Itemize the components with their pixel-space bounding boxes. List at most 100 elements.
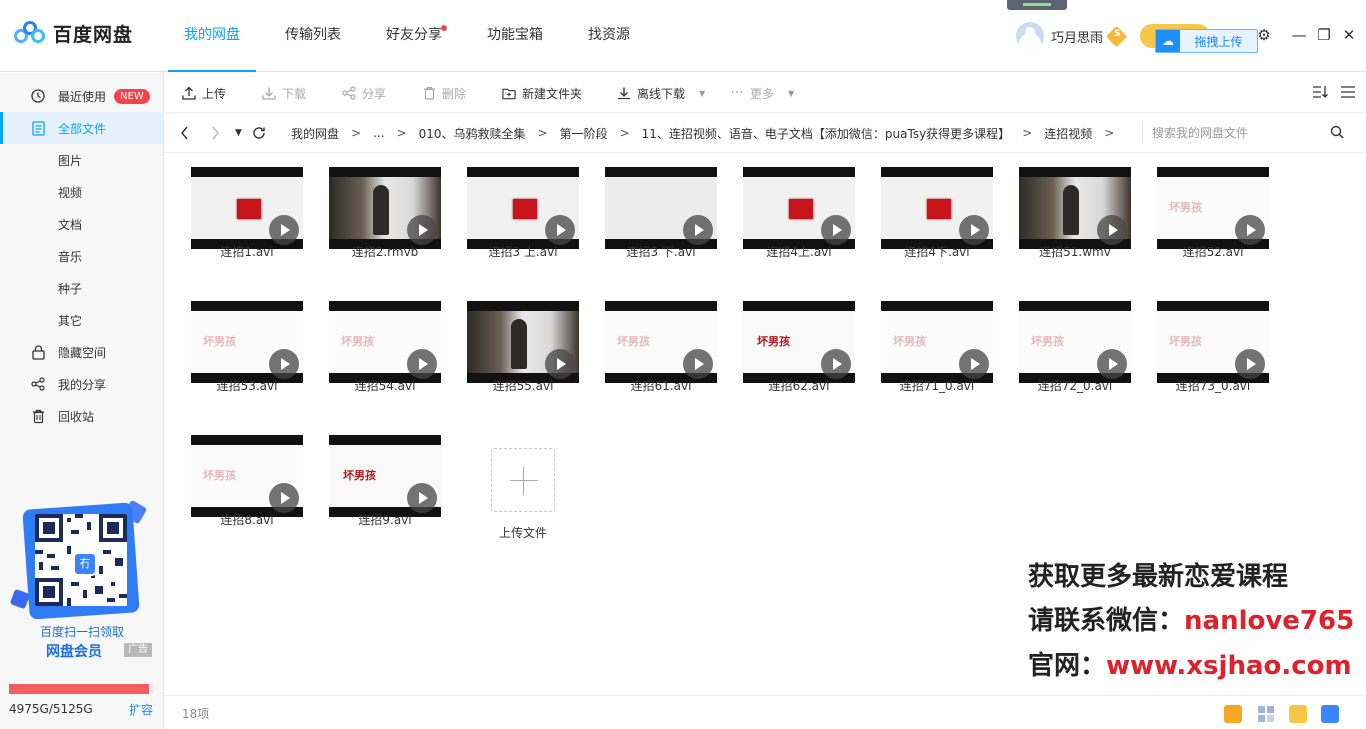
file-tile[interactable]: 连招2.rmvb [329, 153, 441, 263]
play-icon[interactable] [407, 483, 437, 513]
play-icon[interactable] [1097, 215, 1127, 245]
play-icon[interactable] [821, 215, 851, 245]
video-thumbnail[interactable] [743, 167, 855, 249]
file-tile[interactable]: 连招55.avi [467, 287, 579, 397]
video-thumbnail[interactable]: 坏男孩 [1157, 301, 1269, 383]
play-icon[interactable] [407, 349, 437, 379]
file-tile[interactable]: 坏男孩 连招54.avi [329, 287, 441, 397]
file-tile[interactable]: 坏男孩 连招73_0.avi [1157, 287, 1269, 397]
video-thumbnail[interactable] [881, 167, 993, 249]
video-thumbnail[interactable] [191, 167, 303, 249]
file-tile[interactable]: 连招4上.avi [743, 153, 855, 263]
file-name[interactable]: 连招52.avi [1147, 243, 1279, 260]
upload-button[interactable]: 上传 [182, 73, 226, 113]
file-tile[interactable]: 坏男孩 连招62.avi [743, 287, 855, 397]
promo-text[interactable]: 百度扫一扫领取 [0, 623, 164, 640]
video-thumbnail[interactable]: 坏男孩 [1019, 301, 1131, 383]
breadcrumb-ellipsis[interactable]: ... [373, 126, 384, 140]
offline-download-button[interactable]: 离线下载 ▼ [617, 73, 705, 113]
file-tile[interactable]: 坏男孩 连招71_0.avi [881, 287, 993, 397]
breadcrumb-item[interactable]: 11、连招视频、语音、电子文档【添加微信：puaTsy获得更多课程】 [642, 125, 1011, 142]
promo-title[interactable]: 网盘会员 [46, 641, 102, 661]
file-tile[interactable]: 坏男孩 连招61.avi [605, 287, 717, 397]
video-thumbnail[interactable] [605, 167, 717, 249]
sidebar-item-videos[interactable]: 视频 [0, 176, 163, 208]
file-tile[interactable]: 坏男孩 连招72_0.avi [1019, 287, 1131, 397]
file-tile[interactable]: 连招3 下.avi [605, 153, 717, 263]
file-tile[interactable]: 连招1.avi [191, 153, 303, 263]
file-tile[interactable]: 坏男孩 连招8.avi [191, 421, 303, 531]
sidebar-item-documents[interactable]: 文档 [0, 208, 163, 240]
lock-icon[interactable] [1321, 705, 1339, 723]
file-tile[interactable]: 坏男孩 连招53.avi [191, 287, 303, 397]
file-tile[interactable]: 连招51.wmv [1019, 153, 1131, 263]
svip-badge-icon[interactable]: S [1105, 25, 1128, 47]
new-folder-button[interactable]: 新建文件夹 [502, 73, 582, 113]
nav-transfer-list[interactable]: 传输列表 [269, 0, 357, 72]
play-icon[interactable] [683, 349, 713, 379]
minimize-button[interactable]: — [1290, 26, 1308, 44]
view-toggle-button[interactable] [1340, 73, 1356, 113]
file-name[interactable]: 连招3 上.avi [457, 243, 589, 260]
file-name[interactable]: 连招1.avi [181, 243, 313, 260]
forward-arrow-icon[interactable] [210, 113, 220, 153]
file-name[interactable]: 连招61.avi [595, 377, 727, 394]
back-arrow-icon[interactable] [180, 113, 190, 153]
play-icon[interactable] [545, 215, 575, 245]
nav-my-netdisk[interactable]: 我的网盘 [168, 0, 256, 72]
sidebar-item-torrents[interactable]: 种子 [0, 272, 163, 304]
file-tile[interactable]: 坏男孩 连招52.avi [1157, 153, 1269, 263]
nav-find-resources[interactable]: 找资源 [572, 0, 646, 72]
video-thumbnail[interactable]: 坏男孩 [329, 301, 441, 383]
search-icon[interactable] [1330, 125, 1346, 141]
expand-storage-link[interactable]: 扩容 [129, 701, 153, 718]
sidebar-item-hidden-space[interactable]: 隐藏空间 [0, 336, 163, 368]
video-thumbnail[interactable]: 坏男孩 [605, 301, 717, 383]
sidebar-item-other[interactable]: 其它 [0, 304, 163, 336]
app-logo[interactable]: 百度网盘 [14, 20, 133, 47]
file-name[interactable]: 连招8.avi [181, 511, 313, 528]
video-thumbnail[interactable]: 坏男孩 [329, 435, 441, 517]
drag-upload-widget[interactable]: ☁ 拖拽上传 [1155, 29, 1258, 53]
search-input[interactable] [1152, 121, 1332, 145]
file-name[interactable]: 连招3 下.avi [595, 243, 727, 260]
video-thumbnail[interactable] [467, 301, 579, 383]
breadcrumb-current[interactable]: 连招视频 [1044, 125, 1092, 142]
chevron-down-icon[interactable]: ▼ [788, 89, 794, 98]
play-icon[interactable] [959, 349, 989, 379]
file-name[interactable]: 连招51.wmv [1009, 243, 1141, 260]
play-icon[interactable] [683, 215, 713, 245]
avatar[interactable] [1016, 22, 1044, 50]
play-icon[interactable] [1097, 349, 1127, 379]
file-name[interactable]: 连招2.rmvb [319, 243, 451, 260]
file-tile[interactable]: 连招3 上.avi [467, 153, 579, 263]
sidebar-item-recycle-bin[interactable]: 回收站 [0, 400, 163, 432]
file-name[interactable]: 连招4下.avi [871, 243, 1003, 260]
upload-file-label[interactable]: 上传文件 [463, 524, 583, 541]
delete-button[interactable]: 删除 [422, 73, 466, 113]
file-tile[interactable]: 连招4下.avi [881, 153, 993, 263]
file-name[interactable]: 连招54.avi [319, 377, 451, 394]
download-button[interactable]: 下载 [262, 73, 306, 113]
sidebar-item-my-shares[interactable]: 我的分享 [0, 368, 163, 400]
video-thumbnail[interactable] [1019, 167, 1131, 249]
play-icon[interactable] [545, 349, 575, 379]
video-thumbnail[interactable] [329, 167, 441, 249]
file-name[interactable]: 连招4上.avi [733, 243, 865, 260]
share-button[interactable]: 分享 [342, 73, 386, 113]
video-thumbnail[interactable]: 坏男孩 [881, 301, 993, 383]
file-name[interactable]: 连招53.avi [181, 377, 313, 394]
file-name[interactable]: 连招9.avi [319, 511, 451, 528]
play-icon[interactable] [1235, 215, 1265, 245]
upload-folder-icon[interactable] [1289, 705, 1307, 723]
sidebar-item-all-files[interactable]: 全部文件 [0, 112, 163, 144]
history-dropdown-icon[interactable]: ▼ [235, 113, 242, 153]
play-icon[interactable] [821, 349, 851, 379]
file-name[interactable]: 连招73_0.avi [1147, 377, 1279, 394]
upload-file-tile[interactable] [491, 448, 555, 512]
file-name[interactable]: 连招62.avi [733, 377, 865, 394]
sidebar-item-images[interactable]: 图片 [0, 144, 163, 176]
restore-button[interactable]: ❐ [1315, 26, 1333, 44]
sidebar-item-music[interactable]: 音乐 [0, 240, 163, 272]
video-thumbnail[interactable]: 坏男孩 [1157, 167, 1269, 249]
